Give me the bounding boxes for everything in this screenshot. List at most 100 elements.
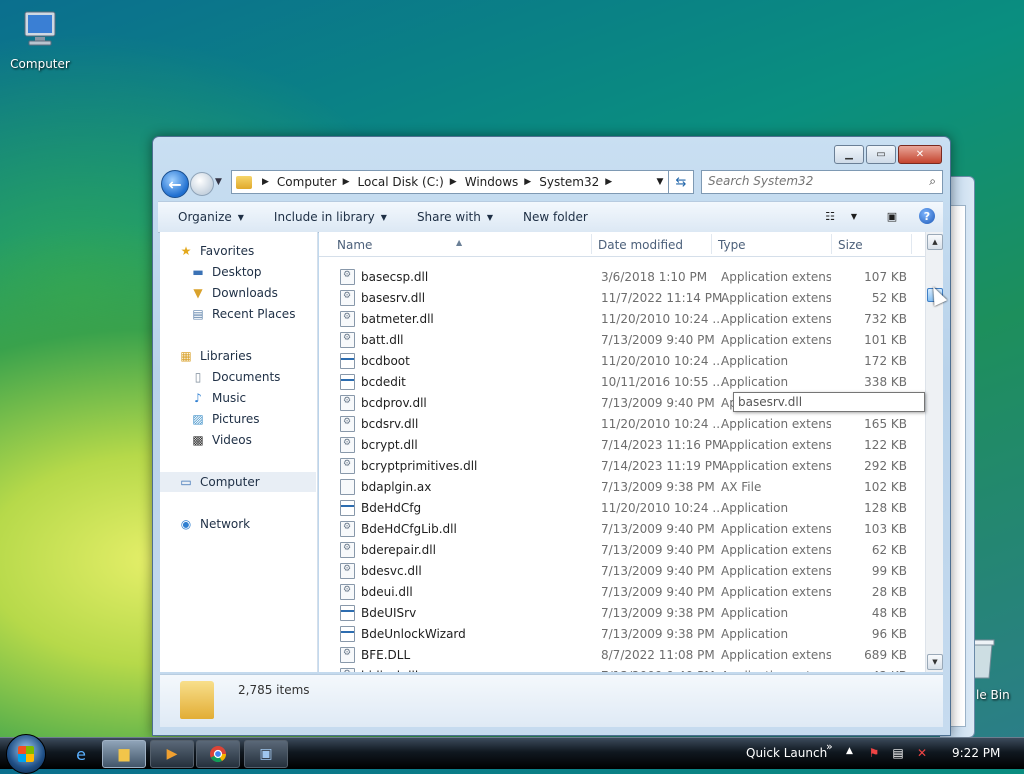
- column-header-name[interactable]: Name: [337, 238, 372, 252]
- remote-desktop-icon: ▣: [259, 746, 273, 762]
- breadcrumb-local-disk[interactable]: Local Disk (C:): [358, 175, 444, 189]
- quick-launch-chevron[interactable]: »: [826, 740, 833, 753]
- table-row[interactable]: [319, 257, 925, 266]
- taskbar-chrome[interactable]: [196, 740, 240, 768]
- table-row[interactable]: bderepair.dll 7/13/2009 9:40 PM Applicatio…: [319, 539, 925, 560]
- file-date: 8/7/2022 11:08 PM: [601, 648, 715, 662]
- scroll-down-button[interactable]: ▼: [927, 654, 943, 670]
- address-dropdown-icon[interactable]: ▼: [652, 177, 668, 187]
- back-button[interactable]: ←: [161, 170, 189, 198]
- action-center-icon[interactable]: ⚑: [866, 745, 882, 761]
- breadcrumb-windows[interactable]: Windows: [465, 175, 519, 189]
- table-row[interactable]: bcdedit 10/11/2016 10:55 ... Application 33…: [319, 371, 925, 392]
- nav-computer[interactable]: ▭ Computer: [160, 472, 316, 492]
- internet-explorer-icon[interactable]: e: [68, 742, 94, 766]
- taskbar-remote-desktop[interactable]: ▣: [244, 740, 288, 768]
- file-name: bidispl.dll: [361, 669, 418, 672]
- recent-pages-button[interactable]: ▼: [215, 177, 222, 187]
- file-size: 122 KB: [864, 438, 907, 452]
- search-icon[interactable]: ⌕: [929, 174, 936, 189]
- breadcrumb-system32[interactable]: System32: [539, 175, 599, 189]
- breadcrumb-arrow-icon[interactable]: ▶: [524, 177, 531, 187]
- help-button[interactable]: ?: [919, 208, 935, 224]
- file-name: BdeHdCfg: [361, 501, 422, 515]
- address-bar[interactable]: ▶ Computer ▶ Local Disk (C:) ▶ Windows ▶ Sy…: [231, 170, 669, 194]
- table-row[interactable]: bdesvc.dll 7/13/2009 9:40 PM Application e…: [319, 560, 925, 581]
- clock[interactable]: 9:22 PM: [952, 746, 1000, 760]
- maximize-button[interactable]: ▭: [866, 145, 896, 164]
- close-button[interactable]: ✕: [898, 145, 942, 164]
- nav-libraries[interactable]: ▦ Libraries: [178, 346, 252, 366]
- scroll-up-button[interactable]: ▲: [927, 234, 943, 250]
- dll-file-icon: [340, 542, 355, 558]
- table-row[interactable]: BFE.DLL 8/7/2022 11:08 PM Application exte…: [319, 644, 925, 665]
- nav-videos[interactable]: ▩ Videos: [190, 430, 252, 450]
- nav-favorites[interactable]: ★ Favorites: [178, 241, 255, 261]
- table-row[interactable]: basesrv.dll 11/7/2022 11:14 PMApplication…: [319, 287, 925, 308]
- search-box[interactable]: ⌕: [701, 170, 943, 194]
- quick-launch-label[interactable]: Quick Launch: [746, 746, 827, 760]
- file-date: 7/13/2009 9:40 PM: [601, 564, 715, 578]
- table-row[interactable]: bcrypt.dll 7/14/2023 11:16 PMApplication …: [319, 434, 925, 455]
- table-row[interactable]: BdeUISrv 7/13/2009 9:38 PM Application 48 K…: [319, 602, 925, 623]
- nav-music[interactable]: ♪ Music: [190, 388, 246, 408]
- start-button[interactable]: [6, 734, 46, 774]
- view-options-button[interactable]: ☷: [821, 207, 839, 225]
- table-row[interactable]: batmeter.dll 11/20/2010 10:24 ...Applicat…: [319, 308, 925, 329]
- desktop-icon-computer[interactable]: Computer: [0, 10, 80, 71]
- file-date: 11/20/2010 10:24 ...: [601, 501, 724, 515]
- column-header-date[interactable]: Date modified: [598, 238, 683, 252]
- breadcrumb-computer[interactable]: Computer: [277, 175, 337, 189]
- new-folder-label: New folder: [523, 210, 588, 224]
- table-row[interactable]: bdaplgin.ax 7/13/2009 9:38 PM AX File 102 K…: [319, 476, 925, 497]
- new-folder-button[interactable]: New folder: [523, 210, 588, 224]
- recycle-bin-label[interactable]: le Bin: [976, 688, 1010, 702]
- minimize-button[interactable]: ▁: [834, 145, 864, 164]
- refresh-button[interactable]: ⇆: [669, 170, 694, 194]
- taskbar-explorer[interactable]: ▆: [102, 740, 146, 768]
- table-row[interactable]: basecsp.dll 3/6/2018 1:10 PM Application e…: [319, 266, 925, 287]
- nav-desktop[interactable]: ▬ Desktop: [190, 262, 261, 282]
- nav-network[interactable]: ◉ Network: [178, 514, 250, 534]
- column-header-size[interactable]: Size: [838, 238, 863, 252]
- nav-recent-places[interactable]: ▤ Recent Places: [190, 304, 295, 324]
- nav-pictures[interactable]: ▨ Pictures: [190, 409, 259, 429]
- table-row[interactable]: bidispl.dll 7/13/2009 9:40 PM Application …: [319, 665, 925, 672]
- table-row[interactable]: BdeHdCfgLib.dll 7/13/2009 9:40 PM Applicat…: [319, 518, 925, 539]
- nav-documents[interactable]: ▯ Documents: [190, 367, 281, 387]
- file-name: BFE.DLL: [361, 648, 411, 662]
- file-name: bcdprov.dll: [361, 396, 427, 410]
- breadcrumb-arrow-icon[interactable]: ▶: [343, 177, 350, 187]
- show-hidden-icons-icon[interactable]: ▲: [846, 746, 853, 756]
- forward-button[interactable]: [190, 172, 214, 196]
- table-row[interactable]: bcdboot 11/20/2010 10:24 ... Application 17…: [319, 350, 925, 371]
- column-header-type[interactable]: Type: [718, 238, 746, 252]
- breadcrumb-arrow-icon[interactable]: ▶: [605, 177, 612, 187]
- dll-file-icon: [340, 332, 355, 348]
- nav-label: Network: [200, 517, 251, 531]
- nav-downloads[interactable]: ▼ Downloads: [190, 283, 278, 303]
- table-row[interactable]: batt.dll 7/13/2009 9:40 PM Application ext…: [319, 329, 925, 350]
- search-input[interactable]: [702, 171, 914, 191]
- organize-button[interactable]: Organize ▼: [178, 210, 244, 224]
- table-row[interactable]: bcryptprimitives.dll 7/14/2023 11:19 PMAp…: [319, 455, 925, 476]
- command-bar: Organize ▼ Include in library ▼ Share with…: [158, 201, 943, 233]
- taskbar-media-player[interactable]: ▶: [150, 740, 194, 768]
- breadcrumb-arrow-icon[interactable]: ▶: [450, 177, 457, 187]
- table-row[interactable]: BdeHdCfg 11/20/2010 10:24 ... Application 1…: [319, 497, 925, 518]
- dll-file-icon: [340, 437, 355, 453]
- file-size: 52 KB: [871, 291, 907, 305]
- include-in-library-button[interactable]: Include in library ▼: [274, 210, 387, 224]
- table-row[interactable]: bdeui.dll 7/13/2009 9:40 PM Application ex…: [319, 581, 925, 602]
- chevron-down-icon: ▼: [380, 212, 387, 222]
- share-with-button[interactable]: Share with ▼: [417, 210, 493, 224]
- file-type: Application: [721, 501, 789, 515]
- file-type: Application: [721, 375, 789, 389]
- view-dropdown-button[interactable]: ▼: [849, 207, 859, 225]
- volume-muted-icon[interactable]: ✕: [914, 745, 930, 761]
- table-row[interactable]: bcdsrv.dll 11/20/2010 10:24 ...Applicatio…: [319, 413, 925, 434]
- table-row[interactable]: BdeUnlockWizard 7/13/2009 9:38 PM Applicat…: [319, 623, 925, 644]
- breadcrumb-arrow-icon[interactable]: ▶: [262, 177, 269, 187]
- preview-pane-button[interactable]: ▣: [883, 207, 901, 225]
- network-status-icon[interactable]: ▤: [890, 745, 906, 761]
